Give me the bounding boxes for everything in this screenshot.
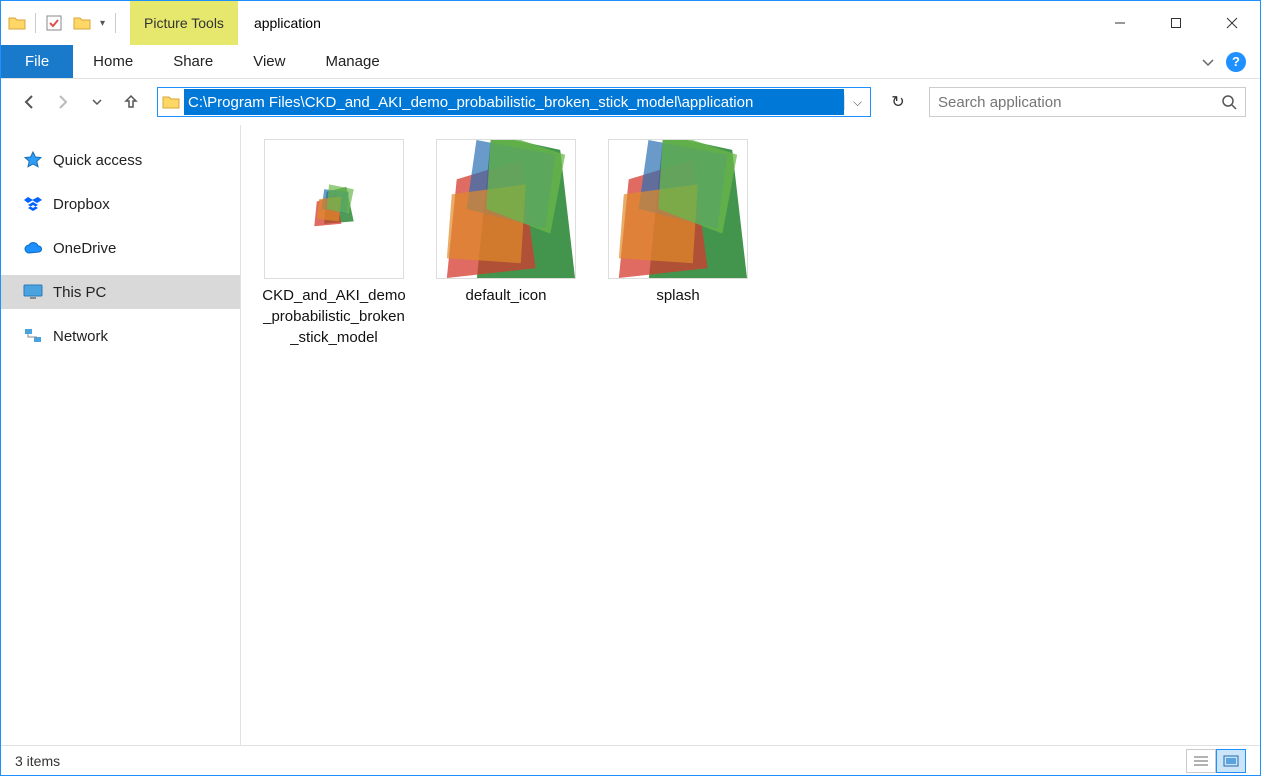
navigation-pane: Quick access Dropbox OneDrive This PC Ne… — [1, 125, 241, 745]
content-area: Quick access Dropbox OneDrive This PC Ne… — [1, 125, 1260, 745]
folder-icon — [7, 13, 27, 33]
network-icon — [23, 326, 43, 346]
properties-icon[interactable] — [44, 13, 64, 33]
quick-access-toolbar: ▾ — [1, 1, 124, 45]
status-text: 3 items — [15, 753, 60, 769]
sidebar-item-network[interactable]: Network — [1, 319, 240, 353]
titlebar: ▾ Picture Tools application — [1, 1, 1260, 45]
status-bar: 3 items — [1, 745, 1260, 775]
file-name-label: splash — [656, 285, 699, 306]
ribbon-collapse-icon[interactable] — [1200, 54, 1216, 70]
file-thumbnail — [436, 139, 576, 279]
sidebar-item-dropbox[interactable]: Dropbox — [1, 187, 240, 221]
recent-locations-button[interactable] — [83, 88, 111, 116]
search-icon[interactable] — [1221, 94, 1237, 110]
folder-icon — [158, 94, 184, 110]
tab-share[interactable]: Share — [153, 45, 233, 78]
cloud-icon — [23, 238, 43, 258]
window-controls — [1092, 1, 1260, 45]
tab-home[interactable]: Home — [73, 45, 153, 78]
sidebar-item-label: This PC — [53, 284, 106, 301]
file-thumbnail — [264, 139, 404, 279]
file-name-label: CKD_and_AKI_demo_probabilistic_broken_st… — [259, 285, 409, 348]
view-switcher — [1186, 749, 1246, 773]
qat-dropdown-icon[interactable]: ▾ — [100, 18, 105, 29]
navigation-bar: ⌵ ↻ — [1, 79, 1260, 125]
context-tab-area: Picture Tools — [130, 1, 238, 45]
sidebar-item-onedrive[interactable]: OneDrive — [1, 231, 240, 265]
maximize-button[interactable] — [1148, 1, 1204, 45]
file-thumbnail — [608, 139, 748, 279]
file-name-label: default_icon — [466, 285, 547, 306]
tab-file[interactable]: File — [1, 45, 73, 78]
help-icon[interactable]: ? — [1226, 52, 1246, 72]
sidebar-item-label: Network — [53, 328, 108, 345]
close-button[interactable] — [1204, 1, 1260, 45]
details-view-button[interactable] — [1186, 749, 1216, 773]
tab-manage[interactable]: Manage — [305, 45, 399, 78]
file-item[interactable]: CKD_and_AKI_demo_probabilistic_broken_st… — [259, 139, 409, 348]
sidebar-item-quick-access[interactable]: Quick access — [1, 143, 240, 177]
up-button[interactable] — [117, 88, 145, 116]
sidebar-item-this-pc[interactable]: This PC — [1, 275, 240, 309]
minimize-button[interactable] — [1092, 1, 1148, 45]
files-pane[interactable]: CKD_and_AKI_demo_probabilistic_broken_st… — [241, 125, 1260, 745]
back-button[interactable] — [15, 88, 43, 116]
address-input[interactable] — [184, 89, 844, 115]
star-icon — [23, 150, 43, 170]
sidebar-item-label: OneDrive — [53, 240, 116, 257]
folder-icon[interactable] — [72, 13, 92, 33]
forward-button[interactable] — [49, 88, 77, 116]
search-input[interactable] — [938, 94, 1221, 111]
ribbon-tabs: File Home Share View Manage ? — [1, 45, 1260, 79]
divider — [115, 13, 116, 33]
tab-view[interactable]: View — [233, 45, 305, 78]
file-item[interactable]: splash — [603, 139, 753, 348]
file-item[interactable]: default_icon — [431, 139, 581, 348]
address-dropdown-icon[interactable]: ⌵ — [844, 95, 870, 110]
search-box[interactable] — [929, 87, 1246, 117]
sidebar-item-label: Quick access — [53, 152, 142, 169]
dropbox-icon — [23, 194, 43, 214]
monitor-icon — [23, 282, 43, 302]
sidebar-item-label: Dropbox — [53, 196, 110, 213]
context-tab-picture-tools[interactable]: Picture Tools — [130, 1, 238, 45]
refresh-button[interactable]: ↻ — [883, 87, 913, 117]
thumbnails-view-button[interactable] — [1216, 749, 1246, 773]
window-title: application — [254, 1, 321, 45]
address-bar[interactable]: ⌵ — [157, 87, 871, 117]
divider — [35, 13, 36, 33]
